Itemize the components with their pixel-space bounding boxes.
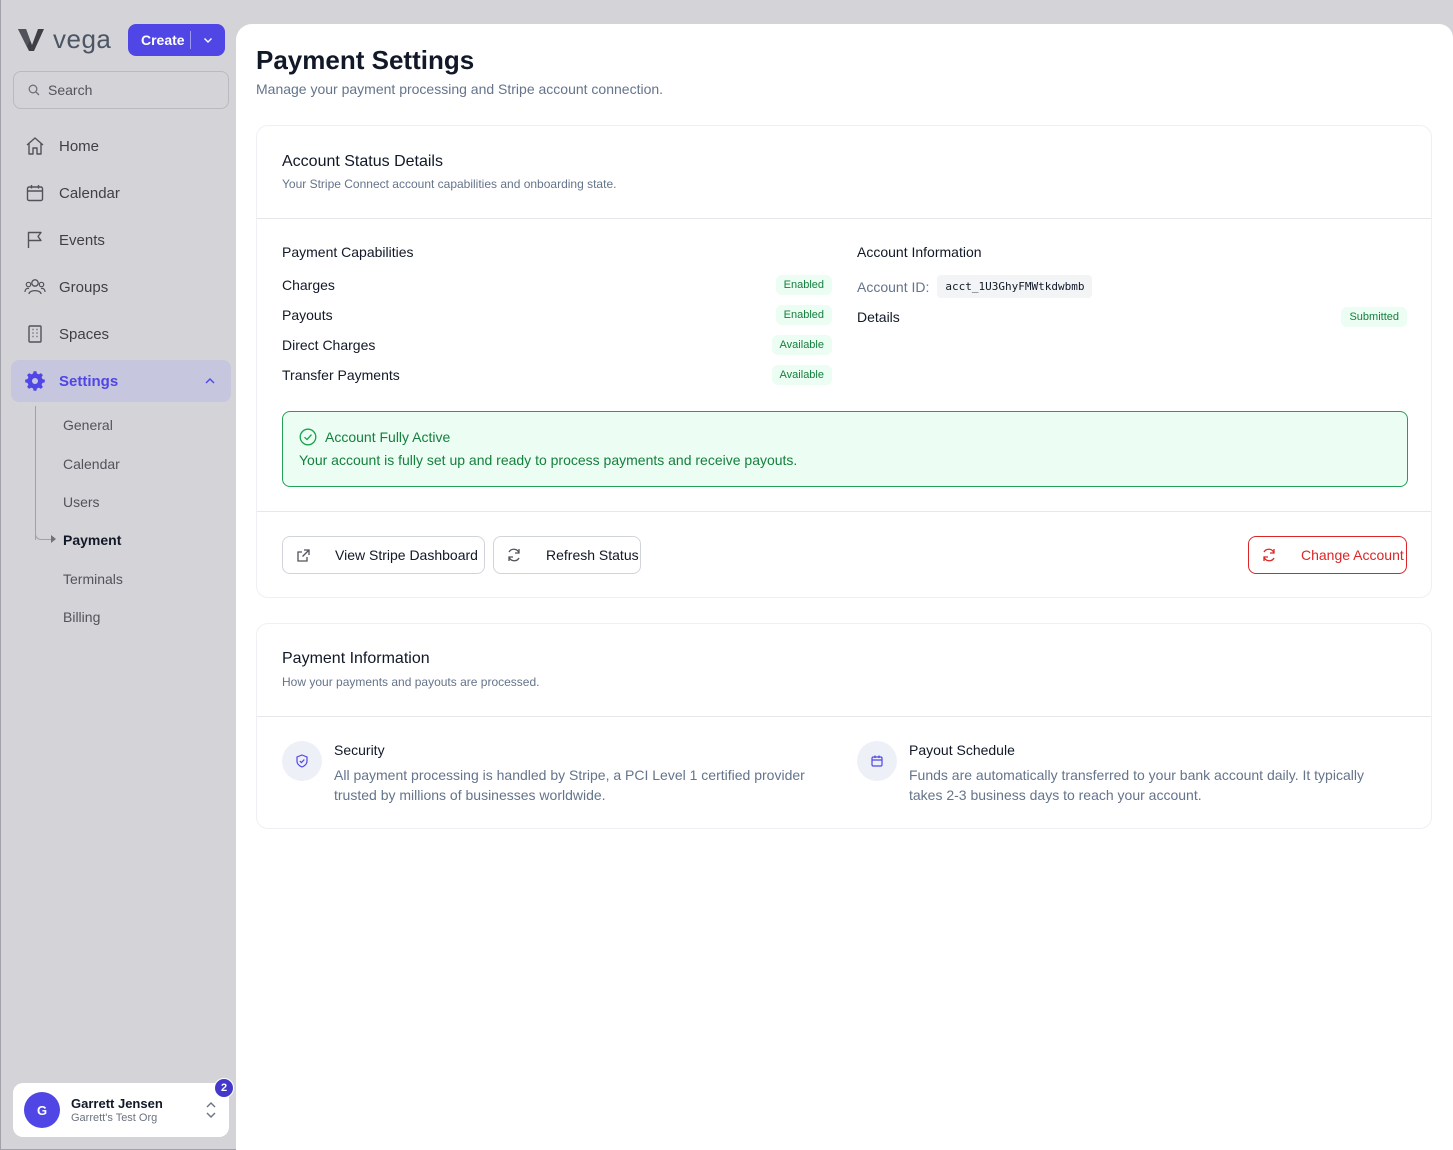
search-icon [28,84,40,96]
info-title: Security [334,742,385,758]
notification-badge[interactable]: 2 [214,1078,234,1098]
card-subtitle: How your payments and payouts are proces… [282,675,540,689]
sidebar-item-settings[interactable]: Settings [11,360,231,402]
calendar-icon [24,182,46,204]
divider [257,716,1431,717]
users-icon [24,276,46,298]
sidebar: vega Create Home Calendar Events Groups [0,0,236,1150]
card-title: Payment Information [282,650,430,667]
refresh-icon [506,547,522,563]
sidebar-item-spaces[interactable]: Spaces [11,313,231,355]
refresh-status-button[interactable]: Refresh Status [493,536,641,574]
settings-subitem-calendar[interactable]: Calendar [63,456,120,472]
settings-subitem-users[interactable]: Users [63,494,100,510]
button-label: Change Account [1301,547,1404,563]
chevron-updown-icon[interactable] [205,1101,217,1124]
app-name: vega [53,24,112,54]
create-button[interactable]: Create [128,24,225,56]
sidebar-item-label: Groups [59,278,109,296]
sidebar-item-label: Events [59,231,105,249]
user-switcher[interactable]: G Garrett Jensen Garrett's Test Org [13,1083,229,1137]
settings-subitem-general[interactable]: General [63,417,113,433]
card-title: Account Status Details [282,153,443,170]
sidebar-item-label: Settings [59,372,119,390]
status-badge: Available [771,365,832,385]
capabilities-heading: Payment Capabilities [282,244,414,260]
capability-row: Charges Enabled [282,274,832,296]
settings-subitem-billing[interactable]: Billing [63,609,100,625]
divider [257,511,1431,512]
details-label: Details [857,309,900,325]
capability-label: Transfer Payments [282,367,400,383]
payment-information-card: Payment Information How your payments an… [256,623,1432,829]
sidebar-item-events[interactable]: Events [11,219,231,261]
button-label: View Stripe Dashboard [335,547,478,563]
chevron-down-icon[interactable] [191,34,225,46]
details-row: Details Submitted [857,307,1407,327]
building-icon [24,323,46,345]
sidebar-item-calendar[interactable]: Calendar [11,172,231,214]
alert-title: Account Fully Active [325,429,451,445]
page-subtitle: Manage your payment processing and Strip… [256,81,664,97]
calendar-icon [857,741,897,781]
subnav-tree-line [35,406,36,540]
home-icon [24,135,46,157]
change-account-button[interactable]: Change Account [1248,536,1407,574]
check-circle-icon [299,428,317,451]
avatar: G [24,1092,60,1128]
gear-icon [24,370,46,392]
status-badge: Enabled [775,275,832,295]
capability-row: Direct Charges Available [282,334,832,356]
info-description: Funds are automatically transferred to y… [909,767,1364,803]
refresh-icon [1261,547,1277,563]
sidebar-item-home[interactable]: Home [11,125,231,167]
sidebar-item-label: Home [59,137,100,155]
external-link-icon [295,547,311,563]
status-badge: Enabled [775,305,832,325]
capability-label: Charges [282,277,335,293]
sidebar-item-label: Calendar [59,184,120,202]
view-stripe-dashboard-button[interactable]: View Stripe Dashboard [282,536,485,574]
capability-row: Payouts Enabled [282,304,832,326]
divider [257,218,1431,219]
user-org: Garrett's Test Org [71,1112,158,1124]
main-content: Payment Settings Manage your payment pro… [236,24,1453,1150]
flag-icon [24,229,46,251]
shield-check-icon [282,741,322,781]
search-box[interactable] [13,71,229,109]
capability-label: Direct Charges [282,337,376,353]
sidebar-item-label: Spaces [59,325,110,343]
account-id-label: Account ID: [857,278,930,295]
account-status-card: Account Status Details Your Stripe Conne… [256,125,1432,598]
app-logo[interactable]: vega [17,24,111,55]
info-title: Payout Schedule [909,742,1015,758]
capability-label: Payouts [282,307,333,323]
user-name: Garrett Jensen [71,1096,163,1111]
page-title: Payment Settings [256,45,475,75]
button-label: Refresh Status [546,547,639,563]
settings-subitem-terminals[interactable]: Terminals [63,571,123,587]
capability-row: Transfer Payments Available [282,364,832,386]
sidebar-item-groups[interactable]: Groups [11,266,231,308]
card-subtitle: Your Stripe Connect account capabilities… [282,177,617,191]
alert-description: Your account is fully set up and ready t… [299,452,798,468]
account-active-alert: Account Fully Active Your account is ful… [282,411,1408,487]
account-id-row: Account ID: acct_1U3GhyFMWtkdwbmb [857,275,1093,298]
account-id-value[interactable]: acct_1U3GhyFMWtkdwbmb [937,275,1093,298]
info-description: All payment processing is handled by Str… [334,767,805,803]
search-input[interactable] [48,82,218,98]
settings-subitem-payment[interactable]: Payment [63,532,121,548]
status-badge: Available [771,335,832,355]
account-info-heading: Account Information [857,244,982,260]
status-badge: Submitted [1341,307,1407,327]
create-button-label: Create [141,32,185,48]
subnav-arrow-icon [51,535,56,543]
vega-logo-icon [18,28,44,51]
chevron-up-icon[interactable] [203,374,217,392]
